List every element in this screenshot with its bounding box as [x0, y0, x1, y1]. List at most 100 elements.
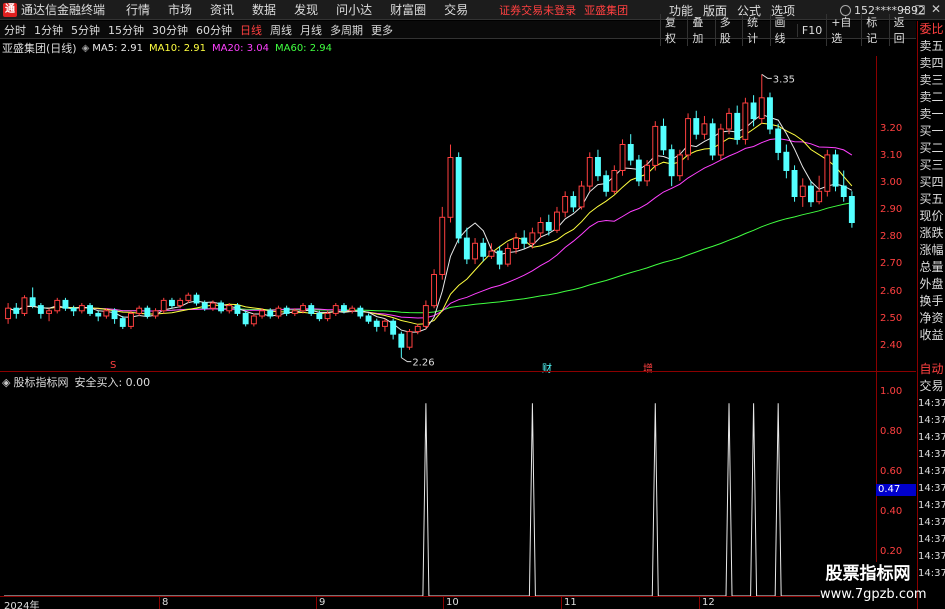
candle-down — [603, 175, 610, 192]
date-label: 11 — [564, 597, 577, 608]
ma5-line — [7, 113, 853, 333]
tab-timeshare[interactable]: 分时 — [0, 22, 30, 38]
sidebar-item-commission-ratio[interactable]: 委比 — [918, 21, 945, 38]
tab-more[interactable]: 更多 — [367, 22, 397, 38]
tab-5min[interactable]: 5分钟 — [67, 22, 104, 38]
sidebar-item-sell5[interactable]: 卖五 — [918, 38, 945, 55]
sidebar-item-buy3[interactable]: 买三 — [918, 157, 945, 174]
ma60-line — [7, 202, 852, 314]
sidebar-item-turnover[interactable]: 换手 — [918, 293, 945, 310]
low-price-label: 2.26 — [412, 358, 434, 369]
sidebar-item-trade[interactable]: 交易 — [918, 378, 945, 395]
candle-up — [701, 123, 708, 135]
candle-up — [226, 305, 233, 312]
candle-down — [709, 123, 716, 156]
ma-toggle-icon[interactable]: ◈ — [82, 43, 90, 54]
candle-up — [726, 112, 732, 130]
tab-monthly[interactable]: 月线 — [296, 22, 326, 38]
event-mark-finance[interactable]: 财 — [542, 360, 552, 375]
date-tick — [316, 597, 317, 609]
title-bar: 通 通达信金融终端 行情 市场 资讯 数据 发现 问小达 财富圈 交易 证券交易… — [0, 0, 945, 20]
login-status[interactable]: 证券交易未登录 — [499, 2, 576, 18]
indicator-tick-label: 0.20 — [880, 546, 903, 557]
trade-time: 14:37 — [918, 449, 945, 460]
sidebar-item-buy5[interactable]: 买五 — [918, 191, 945, 208]
close-icon[interactable]: ✕ — [928, 2, 944, 16]
candle-down — [87, 305, 93, 314]
menu-item-wealth[interactable]: 财富圈 — [381, 1, 435, 18]
price-tick-label: 3.10 — [880, 150, 903, 161]
watermark-url: www.7gpzb.com — [820, 587, 927, 602]
date-axis: 2024年 8 9 10 11 12 — [0, 596, 916, 609]
back-button[interactable]: 返回 — [888, 14, 916, 46]
sidebar-item-volume[interactable]: 总量 — [918, 259, 945, 276]
candle-up — [324, 312, 331, 320]
candle-up — [447, 157, 454, 218]
menu-item-ask[interactable]: 问小达 — [327, 1, 381, 18]
price-axis-line — [876, 56, 877, 371]
candle-up — [406, 331, 413, 348]
ma5-value: MA5: 2.91 — [92, 42, 143, 54]
watermark-title: 股票指标网 — [825, 564, 911, 584]
menu-item-trade[interactable]: 交易 — [435, 1, 477, 18]
menu-item-news[interactable]: 资讯 — [201, 1, 243, 18]
sidebar-item-sell4[interactable]: 卖四 — [918, 55, 945, 72]
candle-down — [398, 333, 405, 348]
menu-item-discover[interactable]: 发现 — [285, 1, 327, 18]
candle-down — [234, 305, 241, 314]
sidebar-item-outer[interactable]: 外盘 — [918, 276, 945, 293]
tab-15min[interactable]: 15分钟 — [104, 22, 148, 38]
menu-item-data[interactable]: 数据 — [243, 1, 285, 18]
period-tabs: 分时 1分钟 5分钟 15分钟 30分钟 60分钟 日线 周线 月线 多周期 更… — [0, 22, 397, 38]
sidebar-item-change[interactable]: 涨跌 — [918, 225, 945, 242]
sidebar-item-sell2[interactable]: 卖二 — [918, 89, 945, 106]
trade-time: 14:37 — [918, 517, 945, 528]
tab-daily[interactable]: 日线 — [236, 22, 266, 38]
indicator-value: 安全买入: 0.00 — [74, 376, 151, 389]
candle-up — [742, 102, 749, 140]
sidebar-item-buy1[interactable]: 买一 — [918, 123, 945, 140]
f10-button[interactable]: F10 — [796, 23, 826, 37]
sidebar-item-buy2[interactable]: 买二 — [918, 140, 945, 157]
trade-time: 14:37 — [918, 398, 945, 409]
menu-item-quotes[interactable]: 行情 — [117, 1, 159, 18]
tab-weekly[interactable]: 周线 — [266, 22, 296, 38]
date-label: 9 — [319, 597, 326, 608]
sidebar-item-change-pct[interactable]: 涨幅 — [918, 242, 945, 259]
date-tick — [443, 597, 444, 609]
candle-down — [693, 118, 700, 135]
price-tick-label: 3.00 — [880, 177, 903, 188]
candle-up — [513, 237, 519, 250]
chart-toolbar: 分时 1分钟 5分钟 15分钟 30分钟 60分钟 日线 周线 月线 多周期 更… — [0, 14, 916, 46]
sidebar-item-price[interactable]: 现价 — [918, 208, 945, 225]
candle-down — [455, 157, 462, 239]
sidebar-item-net-assets[interactable]: 净资 — [918, 310, 945, 327]
tab-60min[interactable]: 60分钟 — [192, 22, 236, 38]
candle-up — [382, 320, 388, 327]
tab-multi-period[interactable]: 多周期 — [326, 22, 367, 38]
sidebar-item-sell1[interactable]: 卖一 — [918, 106, 945, 123]
sidebar-item-buy4[interactable]: 买四 — [918, 174, 945, 191]
event-mark-s[interactable]: S — [110, 360, 116, 371]
sidebar-item-auto[interactable]: 自动 — [918, 361, 945, 378]
tab-30min[interactable]: 30分钟 — [148, 22, 192, 38]
menu-item-market[interactable]: 市场 — [159, 1, 201, 18]
candle-up — [414, 325, 421, 333]
kline-chart[interactable]: 3.35 2.26 — [0, 40, 876, 596]
price-tick-label: 3.20 — [880, 123, 903, 134]
sidebar-item-sell3[interactable]: 卖三 — [918, 72, 945, 89]
candle-down — [570, 196, 577, 208]
indicator-toggle-icon[interactable]: ◈ — [2, 376, 10, 389]
candle-down — [750, 102, 757, 120]
candle-down — [496, 250, 503, 265]
candle-up — [21, 297, 28, 314]
candle-down — [169, 299, 175, 307]
candle-up — [160, 299, 167, 312]
indicator-name[interactable]: 股标指标网 — [13, 374, 68, 390]
candle-up — [275, 307, 282, 317]
sidebar-item-earnings[interactable]: 收益 — [918, 327, 945, 344]
app-logo-icon: 通 — [3, 2, 17, 17]
event-mark-increase[interactable]: 增 — [643, 360, 653, 375]
tab-1min[interactable]: 1分钟 — [30, 22, 67, 38]
date-label: 10 — [446, 597, 459, 608]
